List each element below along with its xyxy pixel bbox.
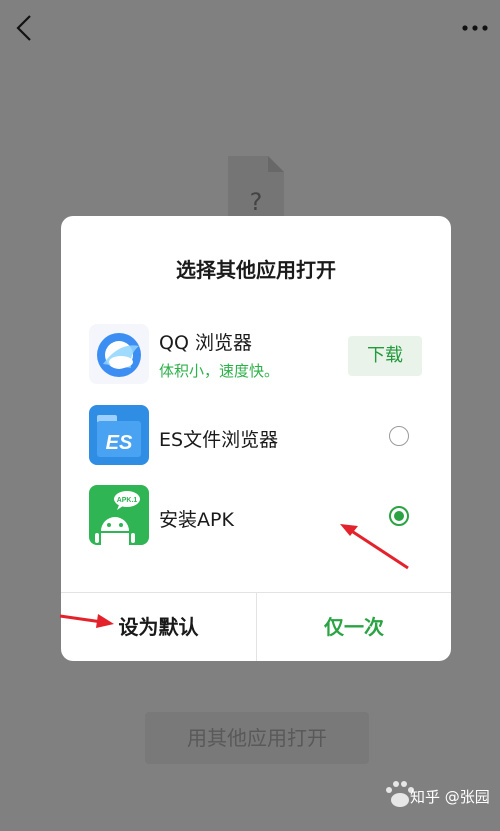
app-name: ES文件浏览器 bbox=[159, 429, 279, 451]
radio-unselected[interactable] bbox=[389, 426, 409, 446]
app-name: QQ 浏览器 bbox=[159, 332, 252, 354]
es-file-explorer-icon: ES bbox=[89, 405, 149, 465]
app-row-qq-browser[interactable]: QQ 浏览器 体积小，速度快。 下载 bbox=[61, 324, 451, 390]
qq-browser-icon bbox=[89, 324, 149, 384]
download-button[interactable]: 下载 bbox=[348, 336, 422, 376]
just-once-button[interactable]: 仅一次 bbox=[257, 593, 451, 661]
annotation-arrow-to-selected bbox=[340, 524, 409, 570]
app-subtitle: 体积小，速度快。 bbox=[159, 362, 280, 380]
svg-text:ES: ES bbox=[106, 432, 133, 454]
android-apk-icon: APK.1 bbox=[89, 485, 149, 545]
app-name: 安装APK bbox=[159, 509, 234, 531]
apk-badge-text: APK.1 bbox=[117, 497, 138, 504]
open-with-dialog: 选择其他应用打开 QQ 浏览器 体积小，速度快。 下载 ES ES文件浏览器 A… bbox=[61, 216, 451, 661]
annotation-arrow-to-default bbox=[59, 614, 114, 628]
dialog-title: 选择其他应用打开 bbox=[176, 258, 336, 282]
app-row-es-file-explorer[interactable]: ES ES文件浏览器 bbox=[61, 405, 451, 471]
watermark-text: 知乎 @张园 bbox=[410, 788, 490, 806]
